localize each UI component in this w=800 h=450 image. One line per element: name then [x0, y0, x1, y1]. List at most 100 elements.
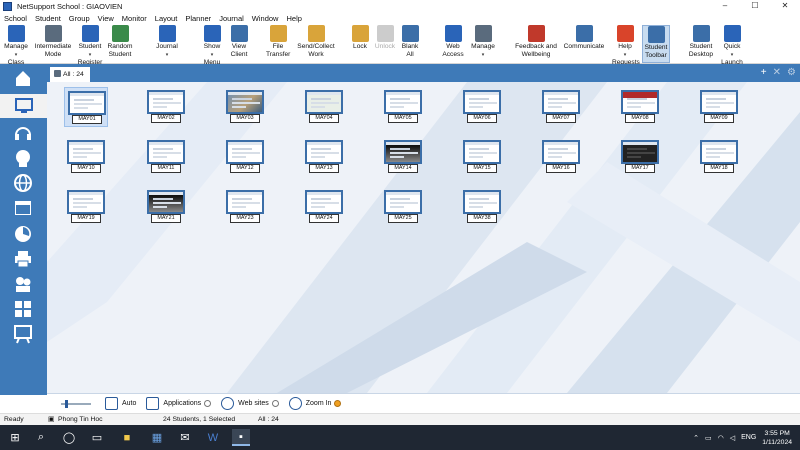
- student-thumbnail[interactable]: MAY21: [144, 187, 188, 227]
- toolbar-button-11[interactable]: Blank All: [400, 25, 420, 63]
- slider-knob[interactable]: [65, 399, 68, 408]
- thumbnail-size-slider[interactable]: [47, 399, 91, 408]
- student-thumbnail[interactable]: MAY03: [223, 87, 267, 127]
- clock[interactable]: 3:55 PM 1/11/2024: [762, 429, 792, 447]
- toolbar-button-8[interactable]: Send/Collect Work: [294, 25, 338, 63]
- dropdown-arrow-icon[interactable]: ▾: [211, 52, 214, 58]
- student-thumbnail[interactable]: MAY19: [64, 187, 108, 227]
- nav-item-group[interactable]: [9, 272, 37, 296]
- nav-item-printer[interactable]: [9, 247, 37, 271]
- toolbar-button-12[interactable]: Web Access: [440, 25, 466, 63]
- nav-item-globe[interactable]: [9, 171, 37, 195]
- tray-chevron-icon[interactable]: ⌃: [693, 434, 699, 442]
- windows-start-icon[interactable]: ⊞: [6, 429, 24, 446]
- zoom-radio[interactable]: [334, 400, 342, 407]
- netsupport-taskbar-icon[interactable]: ▪: [232, 429, 250, 446]
- toolbar-button-16[interactable]: Help ▾ Requests: [612, 25, 640, 66]
- student-thumbnail[interactable]: MAY09: [697, 87, 741, 127]
- menu-layout[interactable]: Layout: [151, 13, 182, 24]
- applications-radio[interactable]: [204, 400, 212, 407]
- student-thumbnail[interactable]: MAY13: [302, 137, 346, 177]
- toolbar-button-2[interactable]: Student ▾ Register: [76, 25, 104, 66]
- toolbar-button-0[interactable]: Manage ▾ Class: [2, 25, 30, 66]
- dropdown-arrow-icon[interactable]: ▾: [482, 52, 485, 58]
- file-explorer-icon[interactable]: ■: [118, 429, 136, 446]
- nav-item-whiteboard[interactable]: [9, 322, 37, 346]
- student-thumbnail[interactable]: MAY02: [144, 87, 188, 127]
- toolbar-button-9[interactable]: Lock: [351, 25, 369, 63]
- menu-help[interactable]: Help: [282, 13, 305, 24]
- toolbar-button-17[interactable]: Student Toolbar: [642, 25, 670, 63]
- nav-item-student-head[interactable]: [9, 146, 37, 170]
- student-thumbnail[interactable]: MAY12: [223, 137, 267, 177]
- student-thumbnail[interactable]: MAY06: [460, 87, 504, 127]
- search-icon[interactable]: ⌕: [32, 429, 50, 446]
- nav-item-monitor[interactable]: [0, 94, 47, 118]
- add-tab-icon[interactable]: +: [761, 67, 767, 79]
- menu-group[interactable]: Group: [65, 13, 94, 24]
- tab-all[interactable]: All : 24: [50, 67, 90, 82]
- student-thumbnail[interactable]: MAY05: [381, 87, 425, 127]
- toolbar-button-15[interactable]: Communicate: [563, 25, 605, 63]
- maximize-button[interactable]: ☐: [740, 0, 770, 12]
- student-thumbnail[interactable]: MAY14: [381, 137, 425, 177]
- word-icon[interactable]: W: [204, 429, 222, 446]
- nav-item-window[interactable]: [9, 196, 37, 220]
- student-thumbnail[interactable]: MAY17: [618, 137, 662, 177]
- toolbar-button-14[interactable]: Feedback and Wellbeing: [514, 25, 558, 63]
- student-thumbnail[interactable]: MAY25: [381, 187, 425, 227]
- dropdown-arrow-icon[interactable]: ▾: [89, 52, 92, 58]
- nav-item-quiz[interactable]: [9, 297, 37, 321]
- student-thumbnail[interactable]: MAY38: [460, 187, 504, 227]
- nav-item-clock-pie[interactable]: [9, 222, 37, 246]
- menu-planner[interactable]: Planner: [181, 13, 215, 24]
- student-thumbnail[interactable]: MAY16: [539, 137, 583, 177]
- toolbar-button-7[interactable]: File Transfer: [266, 25, 290, 63]
- menu-window[interactable]: Window: [248, 13, 283, 24]
- menu-journal[interactable]: Journal: [215, 13, 248, 24]
- dropdown-arrow-icon[interactable]: ▾: [624, 52, 627, 58]
- network-icon[interactable]: ▭: [705, 434, 712, 442]
- toolbar-button-4[interactable]: Journal ▾: [154, 25, 180, 63]
- toolbar-button-13[interactable]: Manage ▾: [470, 25, 496, 63]
- student-thumbnail[interactable]: MAY11: [144, 137, 188, 177]
- student-thumbnail[interactable]: MAY04: [302, 87, 346, 127]
- student-thumbnail[interactable]: MAY07: [539, 87, 583, 127]
- student-thumbnail[interactable]: MAY23: [223, 187, 267, 227]
- zoom-option[interactable]: Zoom In: [288, 397, 342, 410]
- store-icon[interactable]: ▦: [148, 429, 166, 446]
- widgets-icon[interactable]: ▭: [88, 429, 106, 446]
- student-thumbnail[interactable]: MAY08: [618, 87, 662, 127]
- student-thumbnail[interactable]: MAY15: [460, 137, 504, 177]
- student-thumbnail[interactable]: MAY24: [302, 187, 346, 227]
- dropdown-arrow-icon[interactable]: ▾: [166, 52, 169, 58]
- toolbar-button-10[interactable]: Unlock: [374, 25, 396, 63]
- student-thumbnail[interactable]: MAY18: [697, 137, 741, 177]
- student-thumbnail[interactable]: MAY10: [64, 137, 108, 177]
- menu-monitor[interactable]: Monitor: [118, 13, 151, 24]
- toolbar-button-1[interactable]: Intermediate Mode: [33, 25, 73, 63]
- mail-icon[interactable]: ✉: [176, 429, 194, 446]
- minimize-button[interactable]: –: [710, 0, 740, 12]
- dropdown-arrow-icon[interactable]: ▾: [15, 52, 18, 58]
- task-view-icon[interactable]: ◯: [60, 429, 78, 446]
- menu-school[interactable]: School: [0, 13, 31, 24]
- toolbar-button-6[interactable]: View Client: [228, 25, 250, 63]
- close-tab-icon[interactable]: ✕: [773, 67, 781, 79]
- auto-option[interactable]: Auto: [105, 397, 136, 410]
- websites-radio[interactable]: [271, 400, 279, 407]
- close-button[interactable]: ✕: [770, 0, 800, 12]
- nav-item-headset[interactable]: [9, 121, 37, 145]
- language-indicator[interactable]: ENG: [741, 434, 756, 441]
- nav-item-home[interactable]: [9, 66, 37, 90]
- student-thumbnail[interactable]: MAY01: [64, 87, 108, 127]
- toolbar-button-18[interactable]: Student Desktop: [686, 25, 716, 63]
- toolbar-button-19[interactable]: Quick ▾ Launch: [718, 25, 746, 66]
- toolbar-button-3[interactable]: Random Student: [106, 25, 134, 63]
- settings-icon[interactable]: ⚙: [787, 67, 796, 79]
- menu-student[interactable]: Student: [31, 13, 65, 24]
- volume-icon[interactable]: ◁: [730, 434, 735, 442]
- applications-option[interactable]: Applications: [146, 397, 212, 410]
- menu-view[interactable]: View: [94, 13, 118, 24]
- dropdown-arrow-icon[interactable]: ▾: [731, 52, 734, 58]
